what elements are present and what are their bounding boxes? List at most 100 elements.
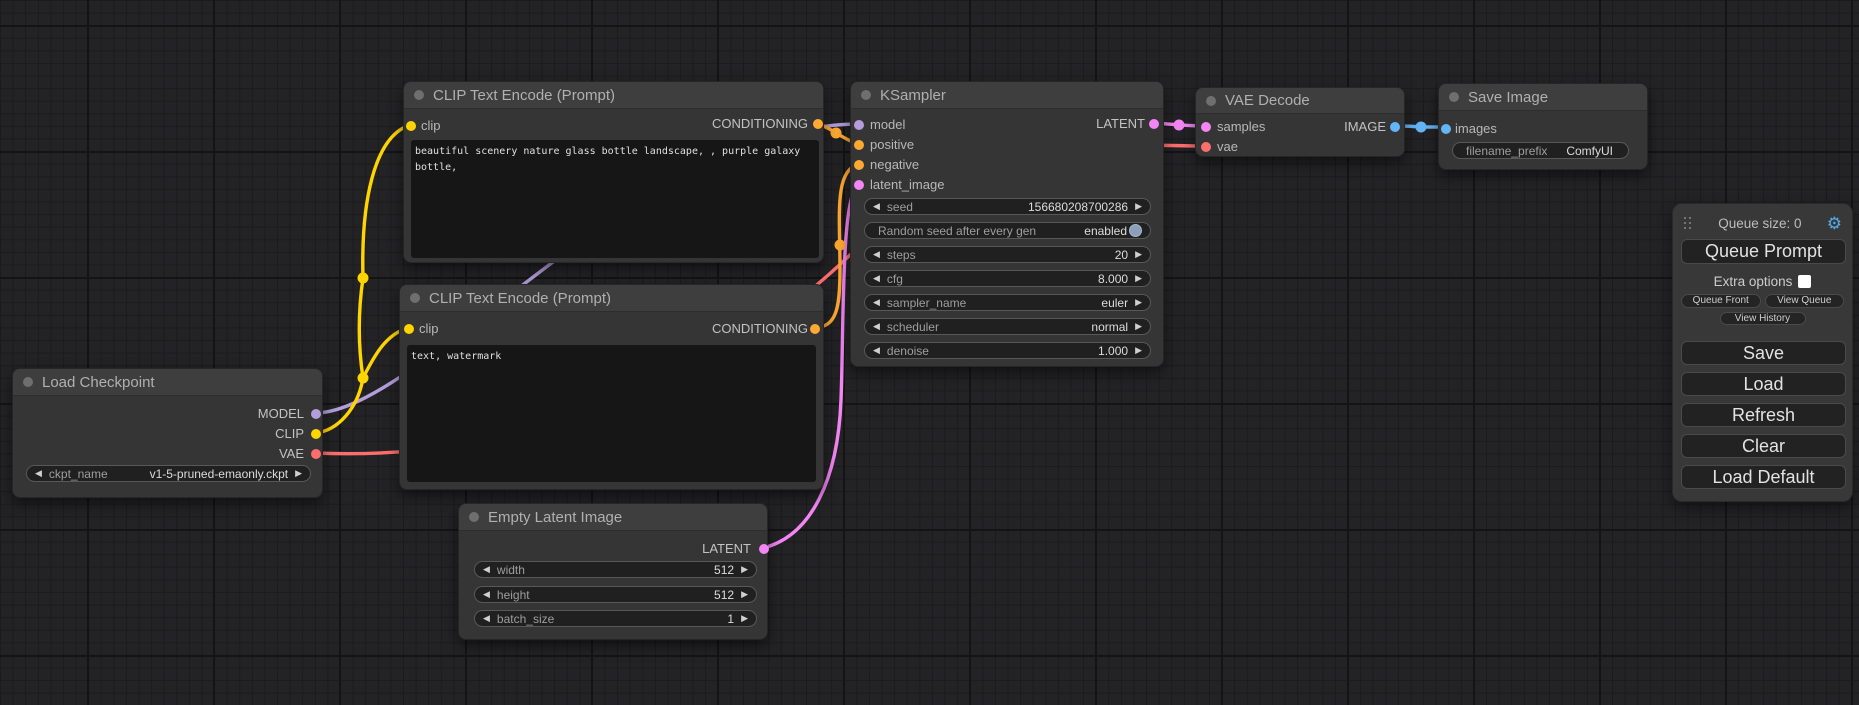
extra-options-checkbox[interactable] — [1798, 275, 1811, 288]
widget-label: scheduler — [887, 320, 939, 334]
latent-output-port[interactable] — [1149, 119, 1159, 129]
widget-label: cfg — [887, 272, 903, 286]
decrement-icon[interactable]: ◀ — [483, 590, 490, 599]
denoise-widget[interactable]: ◀ denoise 1.000 ▶ — [864, 342, 1151, 359]
queue-front-button[interactable]: Queue Front — [1681, 294, 1761, 308]
decrement-icon[interactable]: ◀ — [483, 565, 490, 574]
seed-widget[interactable]: ◀ seed 156680208700286 ▶ — [864, 198, 1151, 215]
node-title-bar[interactable]: VAE Decode — [1196, 88, 1404, 114]
widget-label: seed — [887, 200, 913, 214]
increment-icon[interactable]: ▶ — [1135, 298, 1142, 307]
node-title-bar[interactable]: Empty Latent Image — [459, 504, 767, 531]
node-title-bar[interactable]: CLIP Text Encode (Prompt) — [404, 82, 823, 109]
image-output-port[interactable] — [1390, 122, 1400, 132]
increment-icon[interactable]: ▶ — [741, 590, 748, 599]
collapse-dot-icon[interactable] — [414, 90, 424, 100]
node-title-bar[interactable]: Save Image — [1439, 84, 1647, 111]
node-save-image[interactable]: Save Image images filename_prefix ComfyU… — [1438, 83, 1648, 170]
collapse-dot-icon[interactable] — [1206, 96, 1216, 106]
decrement-icon[interactable]: ◀ — [35, 469, 42, 478]
refresh-button[interactable]: Refresh — [1681, 403, 1846, 427]
ckpt-name-widget[interactable]: ◀ ckpt_name v1-5-pruned-emaonly.ckpt ▶ — [26, 465, 311, 482]
increment-icon[interactable]: ▶ — [1135, 322, 1142, 331]
increment-icon[interactable]: ▶ — [741, 565, 748, 574]
sampler-name-widget[interactable]: ◀ sampler_name euler ▶ — [864, 294, 1151, 311]
samples-input-port[interactable] — [1201, 122, 1211, 132]
vae-output-port[interactable] — [311, 449, 321, 459]
node-title-bar[interactable]: CLIP Text Encode (Prompt) — [400, 285, 823, 312]
collapse-dot-icon[interactable] — [410, 293, 420, 303]
collapse-dot-icon[interactable] — [1449, 92, 1459, 102]
decrement-icon[interactable]: ◀ — [873, 346, 880, 355]
port-label: LATENT — [1096, 117, 1145, 131]
widget-value: ComfyUI — [1566, 144, 1613, 158]
view-history-button[interactable]: View History — [1720, 312, 1806, 325]
random-seed-widget[interactable]: Random seed after every gen enabled — [864, 222, 1151, 239]
vae-input-port[interactable] — [1201, 142, 1211, 152]
queue-prompt-button[interactable]: Queue Prompt — [1681, 239, 1846, 264]
width-widget[interactable]: ◀ width 512 ▶ — [474, 561, 757, 578]
link-dot-negative — [835, 240, 846, 251]
node-ksampler[interactable]: KSampler model positive negative latent_… — [850, 81, 1164, 367]
widget-value: 8.000 — [1098, 272, 1128, 286]
increment-icon[interactable]: ▶ — [1135, 346, 1142, 355]
decrement-icon[interactable]: ◀ — [873, 298, 880, 307]
prompt-textarea[interactable]: text, watermark — [407, 345, 816, 482]
load-button[interactable]: Load — [1681, 372, 1846, 396]
node-clip-text-encode-negative[interactable]: CLIP Text Encode (Prompt) clip CONDITION… — [399, 284, 824, 490]
positive-input-port[interactable] — [854, 140, 864, 150]
clip-input-port[interactable] — [404, 324, 414, 334]
increment-icon[interactable]: ▶ — [295, 469, 302, 478]
increment-icon[interactable]: ▶ — [1135, 274, 1142, 283]
conditioning-output-port[interactable] — [813, 119, 823, 129]
prompt-textarea[interactable]: beautiful scenery nature glass bottle la… — [411, 140, 819, 258]
port-label: CLIP — [275, 427, 304, 441]
widget-label: Random seed after every gen — [878, 224, 1036, 238]
batch-size-widget[interactable]: ◀ batch_size 1 ▶ — [474, 610, 757, 627]
latent-image-input-port[interactable] — [854, 180, 864, 190]
collapse-dot-icon[interactable] — [861, 90, 871, 100]
node-empty-latent-image[interactable]: Empty Latent Image LATENT ◀ width 512 ▶ … — [458, 503, 768, 640]
collapse-dot-icon[interactable] — [469, 512, 479, 522]
cfg-widget[interactable]: ◀ cfg 8.000 ▶ — [864, 270, 1151, 287]
widget-label: batch_size — [497, 612, 554, 626]
toggle-icon[interactable] — [1129, 224, 1142, 237]
filename-prefix-widget[interactable]: filename_prefix ComfyUI — [1452, 142, 1629, 159]
node-vae-decode[interactable]: VAE Decode samples vae IMAGE — [1195, 87, 1405, 157]
clip-output-port[interactable] — [311, 429, 321, 439]
increment-icon[interactable]: ▶ — [741, 614, 748, 623]
images-input-port[interactable] — [1441, 124, 1451, 134]
decrement-icon[interactable]: ◀ — [483, 614, 490, 623]
clear-button[interactable]: Clear — [1681, 434, 1846, 458]
node-title-bar[interactable]: Load Checkpoint — [13, 369, 322, 396]
node-load-checkpoint[interactable]: Load Checkpoint MODEL CLIP VAE ◀ ckpt_na… — [12, 368, 323, 498]
decrement-icon[interactable]: ◀ — [873, 250, 880, 259]
collapse-dot-icon[interactable] — [23, 377, 33, 387]
decrement-icon[interactable]: ◀ — [873, 322, 880, 331]
port-label: images — [1455, 122, 1497, 136]
increment-icon[interactable]: ▶ — [1135, 202, 1142, 211]
drag-handle-icon[interactable] — [1684, 217, 1693, 230]
decrement-icon[interactable]: ◀ — [873, 202, 880, 211]
conditioning-output-port[interactable] — [810, 324, 820, 334]
model-output-port[interactable] — [311, 409, 321, 419]
height-widget[interactable]: ◀ height 512 ▶ — [474, 586, 757, 603]
scheduler-widget[interactable]: ◀ scheduler normal ▶ — [864, 318, 1151, 335]
increment-icon[interactable]: ▶ — [1135, 250, 1142, 259]
save-button[interactable]: Save — [1681, 341, 1846, 365]
model-input-port[interactable] — [854, 120, 864, 130]
node-title: KSampler — [880, 87, 946, 104]
widget-value: 512 — [714, 588, 734, 602]
node-title-bar[interactable]: KSampler — [851, 82, 1163, 109]
clip-input-port[interactable] — [406, 121, 416, 131]
load-default-button[interactable]: Load Default — [1681, 465, 1846, 489]
node-clip-text-encode-positive[interactable]: CLIP Text Encode (Prompt) clip CONDITION… — [403, 81, 824, 263]
decrement-icon[interactable]: ◀ — [873, 274, 880, 283]
latent-output-port[interactable] — [759, 544, 769, 554]
negative-input-port[interactable] — [854, 160, 864, 170]
widget-value: 1 — [727, 612, 734, 626]
port-label: CONDITIONING — [712, 322, 808, 336]
gear-icon[interactable]: ⚙ — [1827, 215, 1842, 232]
view-queue-button[interactable]: View Queue — [1765, 294, 1845, 308]
steps-widget[interactable]: ◀ steps 20 ▶ — [864, 246, 1151, 263]
